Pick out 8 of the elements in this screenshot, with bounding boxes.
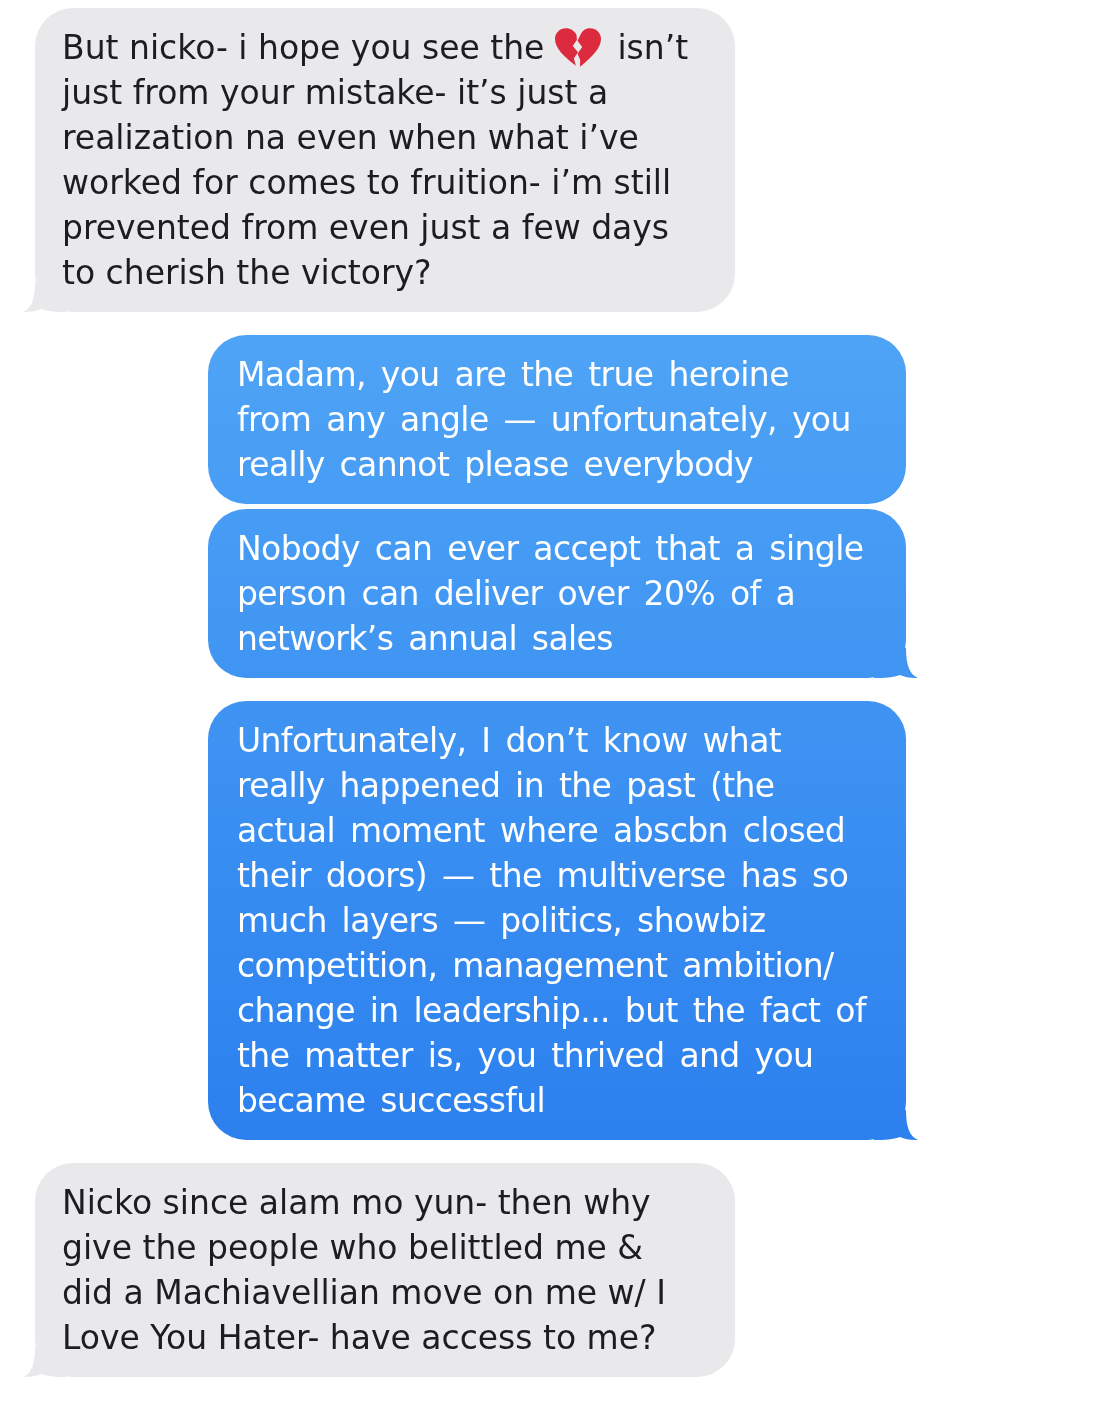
broken-heart-icon xyxy=(555,27,602,68)
message-text: But nicko- i hope you see the xyxy=(62,27,545,69)
message-text: just from your mistake- it’s just a realization na even when what i’ve worked for comes to fruition- i’m still prevented from even just a few days to cherish the victory? xyxy=(62,72,673,294)
message-text: isn’t xyxy=(617,27,689,69)
message-text: Unfortunately, I don’t know what really happened in the past (the actual moment where abscbn closed their doors) — the multiverse has so much layers — politics, showbiz competition, management ambition/ change in leadership... but the fact of the matter is, you thrived and you became successful xyxy=(237,720,869,1122)
message-text: Madam, you are the true heroine from any angle — unfortunately, you really cannot please everybody xyxy=(237,354,852,486)
message-text: Nobody can ever accept that a single person can deliver over 20% of a network’s annual sales xyxy=(237,528,865,660)
message-text: Nicko since alam mo yun- then why give the people who belittled me & did a Machiavellian move on me w/ I Love You Hater- have access to me? xyxy=(62,1182,667,1359)
